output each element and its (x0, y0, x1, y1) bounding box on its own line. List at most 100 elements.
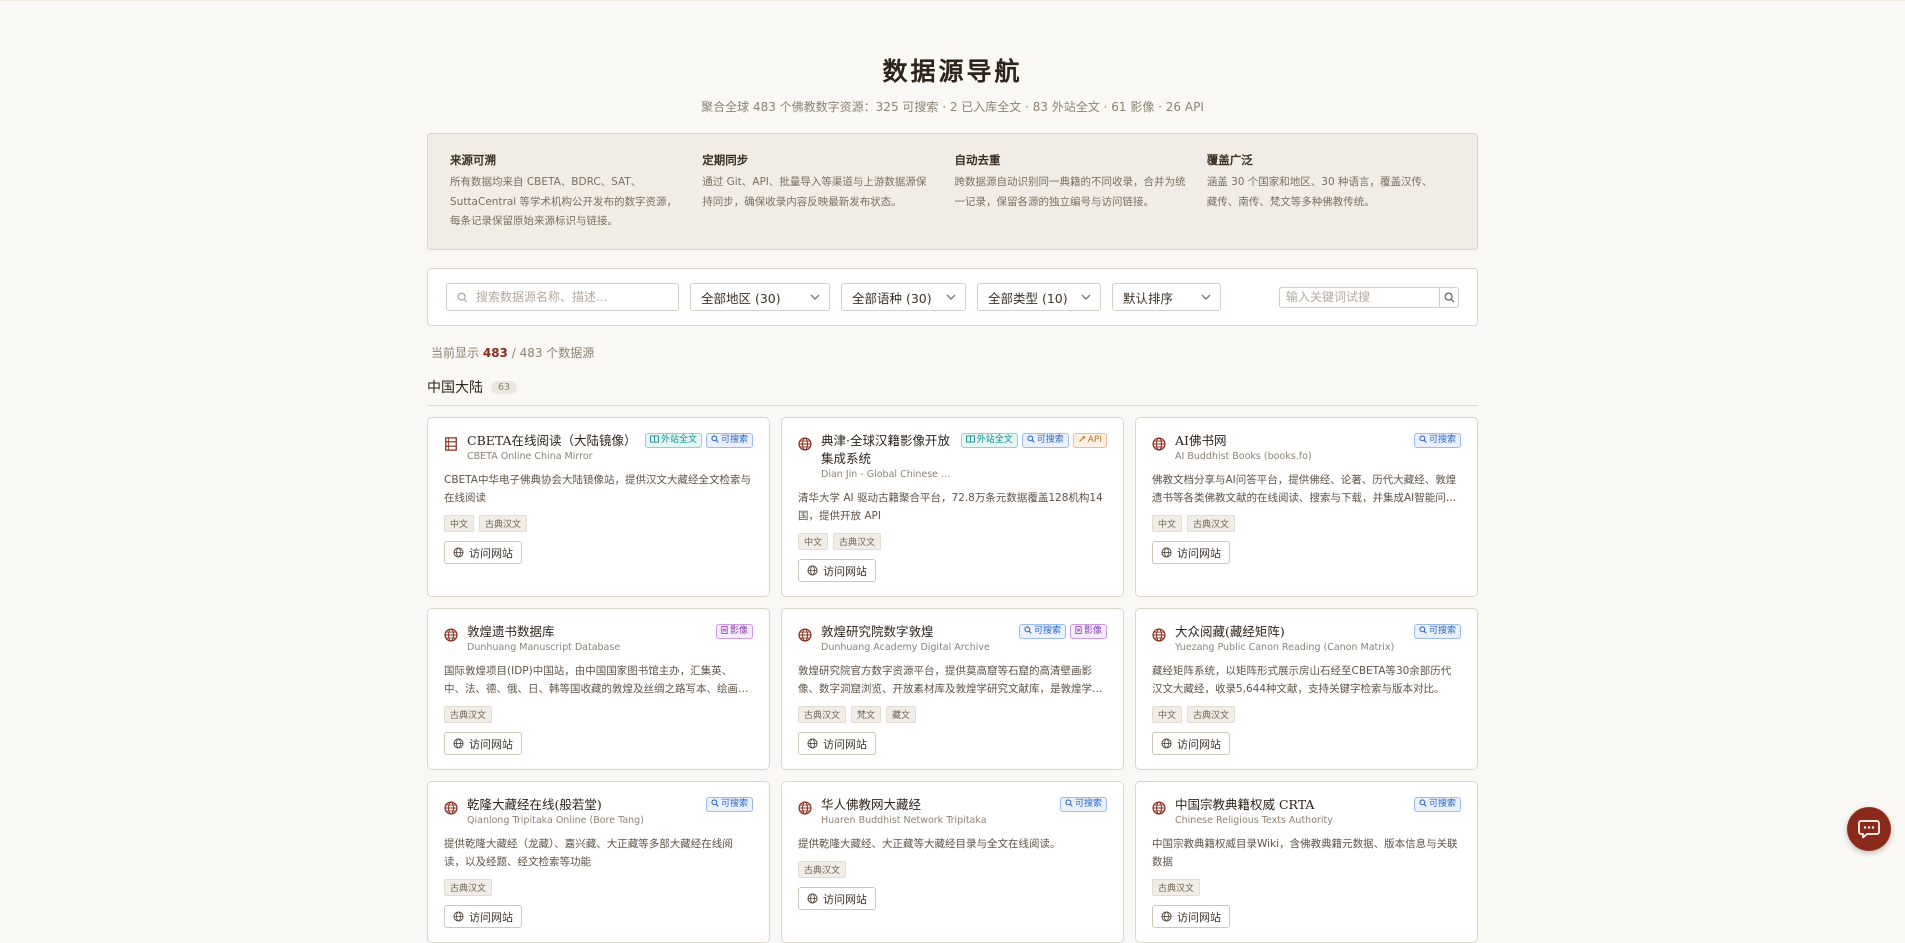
globe-icon (453, 738, 464, 749)
source-card[interactable]: CBETA在线阅读（大陆镜像） CBETA Online China Mirro… (427, 417, 770, 597)
visit-website-button[interactable]: 访问网站 (444, 732, 522, 755)
language-select-value: 全部语种 (30) (852, 290, 932, 306)
badge-search: 可搜索 (1413, 433, 1461, 448)
globe-icon (1161, 547, 1172, 558)
badge-label: 可搜索 (1036, 435, 1064, 445)
badge-search: 可搜索 (1413, 624, 1461, 639)
card-subtitle: Qianlong Tripitaka Online (Bore Tang) (467, 815, 644, 826)
source-card[interactable]: 敦煌遗书数据库 Dunhuang Manuscript Database 影像 … (427, 608, 770, 770)
features-panel: 来源可溯 所有数据均来自 CBETA、BDRC、SAT、SuttaCentral… (427, 133, 1478, 250)
card-tags: 中文 古典汉文 (1152, 515, 1461, 532)
language-tag: 古典汉文 (444, 879, 493, 896)
badge-fulltext: 外站全文 (960, 433, 1018, 448)
search-input[interactable] (474, 289, 658, 305)
source-card-grid: CBETA在线阅读（大陆镜像） CBETA Online China Mirro… (427, 417, 1478, 943)
language-select[interactable]: 全部语种 (30) (841, 283, 966, 311)
visit-website-label: 访问网站 (823, 737, 867, 751)
badge-label: 可搜索 (1428, 435, 1456, 445)
language-tag: 古典汉文 (798, 706, 847, 723)
visit-website-button[interactable]: 访问网站 (798, 732, 876, 755)
visit-website-button[interactable]: 访问网站 (1152, 541, 1230, 564)
type-select[interactable]: 全部类型 (10) (977, 283, 1101, 311)
source-card[interactable]: 大众阅藏(藏经矩阵) Yuezang Public Canon Reading … (1135, 608, 1478, 770)
visit-website-button[interactable]: 访问网站 (1152, 905, 1230, 928)
badge-search: 可搜索 (1059, 797, 1107, 812)
card-subtitle: AI Buddhist Books (books.fo) (1175, 451, 1312, 462)
card-title[interactable]: AI佛书网 (1175, 432, 1406, 450)
feature-title: 定期同步 (702, 153, 749, 167)
visit-website-label: 访问网站 (1177, 737, 1221, 751)
card-names: AI佛书网 AI Buddhist Books (books.fo) (1175, 432, 1406, 462)
region-select[interactable]: 全部地区 (30) (690, 283, 830, 311)
card-tags: 古典汉文 梵文 藏文 (798, 706, 1107, 723)
keyword-input[interactable] (1279, 286, 1439, 308)
card-tags: 中文 古典汉文 (798, 533, 1107, 550)
card-names: 华人佛教网大藏经 Huaren Buddhist Network Tripita… (821, 796, 1052, 826)
source-card[interactable]: AI佛书网 AI Buddhist Books (books.fo) 可搜索 佛… (1135, 417, 1478, 597)
feature-sync: 定期同步 通过 Git、API、批量导入等渠道与上游数据源保持同步，确保收录内容… (702, 152, 954, 249)
card-description: 提供乾隆大藏经（龙藏）、嘉兴藏、大正藏等多部大藏经在线阅读，以及经题、经文检索等… (444, 838, 733, 868)
globe-icon (1152, 436, 1166, 451)
globe-icon (1152, 800, 1166, 815)
feature-desc: 通过 Git、API、批量导入等渠道与上游数据源保持同步，确保收录内容反映最新发… (702, 176, 927, 208)
card-title[interactable]: CBETA在线阅读（大陆镜像） (467, 432, 637, 450)
visit-website-button[interactable]: 访问网站 (1152, 732, 1230, 755)
visit-website-button[interactable]: 访问网站 (444, 905, 522, 928)
card-header: 华人佛教网大藏经 Huaren Buddhist Network Tripita… (798, 796, 1107, 826)
chat-button[interactable] (1847, 807, 1891, 851)
result-count: 当前显示 483 / 483 个数据源 (427, 344, 1478, 361)
globe-icon (444, 627, 458, 642)
page-title: 数据源导航 (882, 57, 1023, 86)
visit-website-button[interactable]: 访问网站 (798, 559, 876, 582)
visit-website-label: 访问网站 (1177, 546, 1221, 560)
result-count-shown: 483 (482, 346, 508, 360)
source-card[interactable]: 典津·全球汉籍影像开放集成系统 Dian Jin - Global Chines… (781, 417, 1124, 597)
card-title[interactable]: 大众阅藏(藏经矩阵) (1175, 623, 1406, 641)
language-tag: 梵文 (851, 706, 882, 723)
card-badges: 可搜索 (1413, 433, 1461, 448)
card-description: 提供乾隆大藏经、大正藏等大藏经目录与全文在线阅读。 (798, 838, 1061, 850)
language-tag: 古典汉文 (833, 533, 882, 550)
card-title[interactable]: 敦煌遗书数据库 (467, 623, 708, 641)
visit-website-button[interactable]: 访问网站 (444, 541, 522, 564)
globe-icon (444, 800, 458, 815)
card-header: 中国宗教典籍权威 CRTA Chinese Religious Texts Au… (1152, 796, 1461, 826)
sort-select[interactable]: 默认排序 (1112, 283, 1221, 311)
card-subtitle: CBETA Online China Mirror (467, 451, 593, 462)
source-card[interactable]: 乾隆大藏经在线(般若堂) Qianlong Tripitaka Online (… (427, 781, 770, 943)
chevron-down-icon (1201, 294, 1211, 300)
badge-api: API (1072, 433, 1107, 448)
keyword-search-button[interactable] (1439, 286, 1459, 308)
language-tag: 中文 (444, 515, 475, 532)
badge-fulltext: 外站全文 (644, 433, 702, 448)
badge-label: API (1087, 435, 1102, 445)
card-title[interactable]: 乾隆大藏经在线(般若堂) (467, 796, 698, 814)
card-description: 藏经矩阵系统，以矩阵形式展示房山石经至CBETA等30余部历代汉文大藏经，收录5… (1152, 665, 1452, 695)
card-header: 大众阅藏(藏经矩阵) Yuezang Public Canon Reading … (1152, 623, 1461, 653)
language-tag: 藏文 (886, 706, 917, 723)
sort-select-value: 默认排序 (1123, 290, 1174, 306)
visit-website-button[interactable]: 访问网站 (798, 887, 876, 910)
card-names: 敦煌遗书数据库 Dunhuang Manuscript Database (467, 623, 708, 653)
card-badges: 影像 (715, 624, 753, 639)
region-title: 中国大陆 (427, 380, 483, 396)
card-header: 乾隆大藏经在线(般若堂) Qianlong Tripitaka Online (… (444, 796, 753, 826)
badge-label: 外站全文 (976, 435, 1013, 445)
source-card[interactable]: 华人佛教网大藏经 Huaren Buddhist Network Tripita… (781, 781, 1124, 943)
card-tags: 古典汉文 (1152, 879, 1461, 896)
card-title[interactable]: 典津·全球汉籍影像开放集成系统 (821, 432, 953, 468)
search-box[interactable] (446, 283, 679, 311)
feature-traceable: 来源可溯 所有数据均来自 CBETA、BDRC、SAT、SuttaCentral… (450, 152, 702, 249)
language-tag: 古典汉文 (1152, 879, 1201, 896)
feature-coverage: 覆盖广泛 涵盖 30 个国家和地区、30 种语言，覆盖汉传、藏传、南传、梵文等多… (1207, 152, 1459, 249)
globe-icon (453, 547, 464, 558)
card-title[interactable]: 敦煌研究院数字敦煌 (821, 623, 1011, 641)
type-select-value: 全部类型 (10) (988, 290, 1068, 306)
chevron-down-icon (946, 294, 956, 300)
badge-label: 可搜索 (720, 435, 748, 445)
source-card[interactable]: 中国宗教典籍权威 CRTA Chinese Religious Texts Au… (1135, 781, 1478, 943)
source-card[interactable]: 敦煌研究院数字敦煌 Dunhuang Academy Digital Archi… (781, 608, 1124, 770)
card-title[interactable]: 中国宗教典籍权威 CRTA (1175, 796, 1406, 814)
card-title[interactable]: 华人佛教网大藏经 (821, 796, 1052, 814)
card-description: CBETA中华电子佛典协会大陆镜像站，提供汉文大藏经全文检索与在线阅读 (444, 474, 751, 504)
